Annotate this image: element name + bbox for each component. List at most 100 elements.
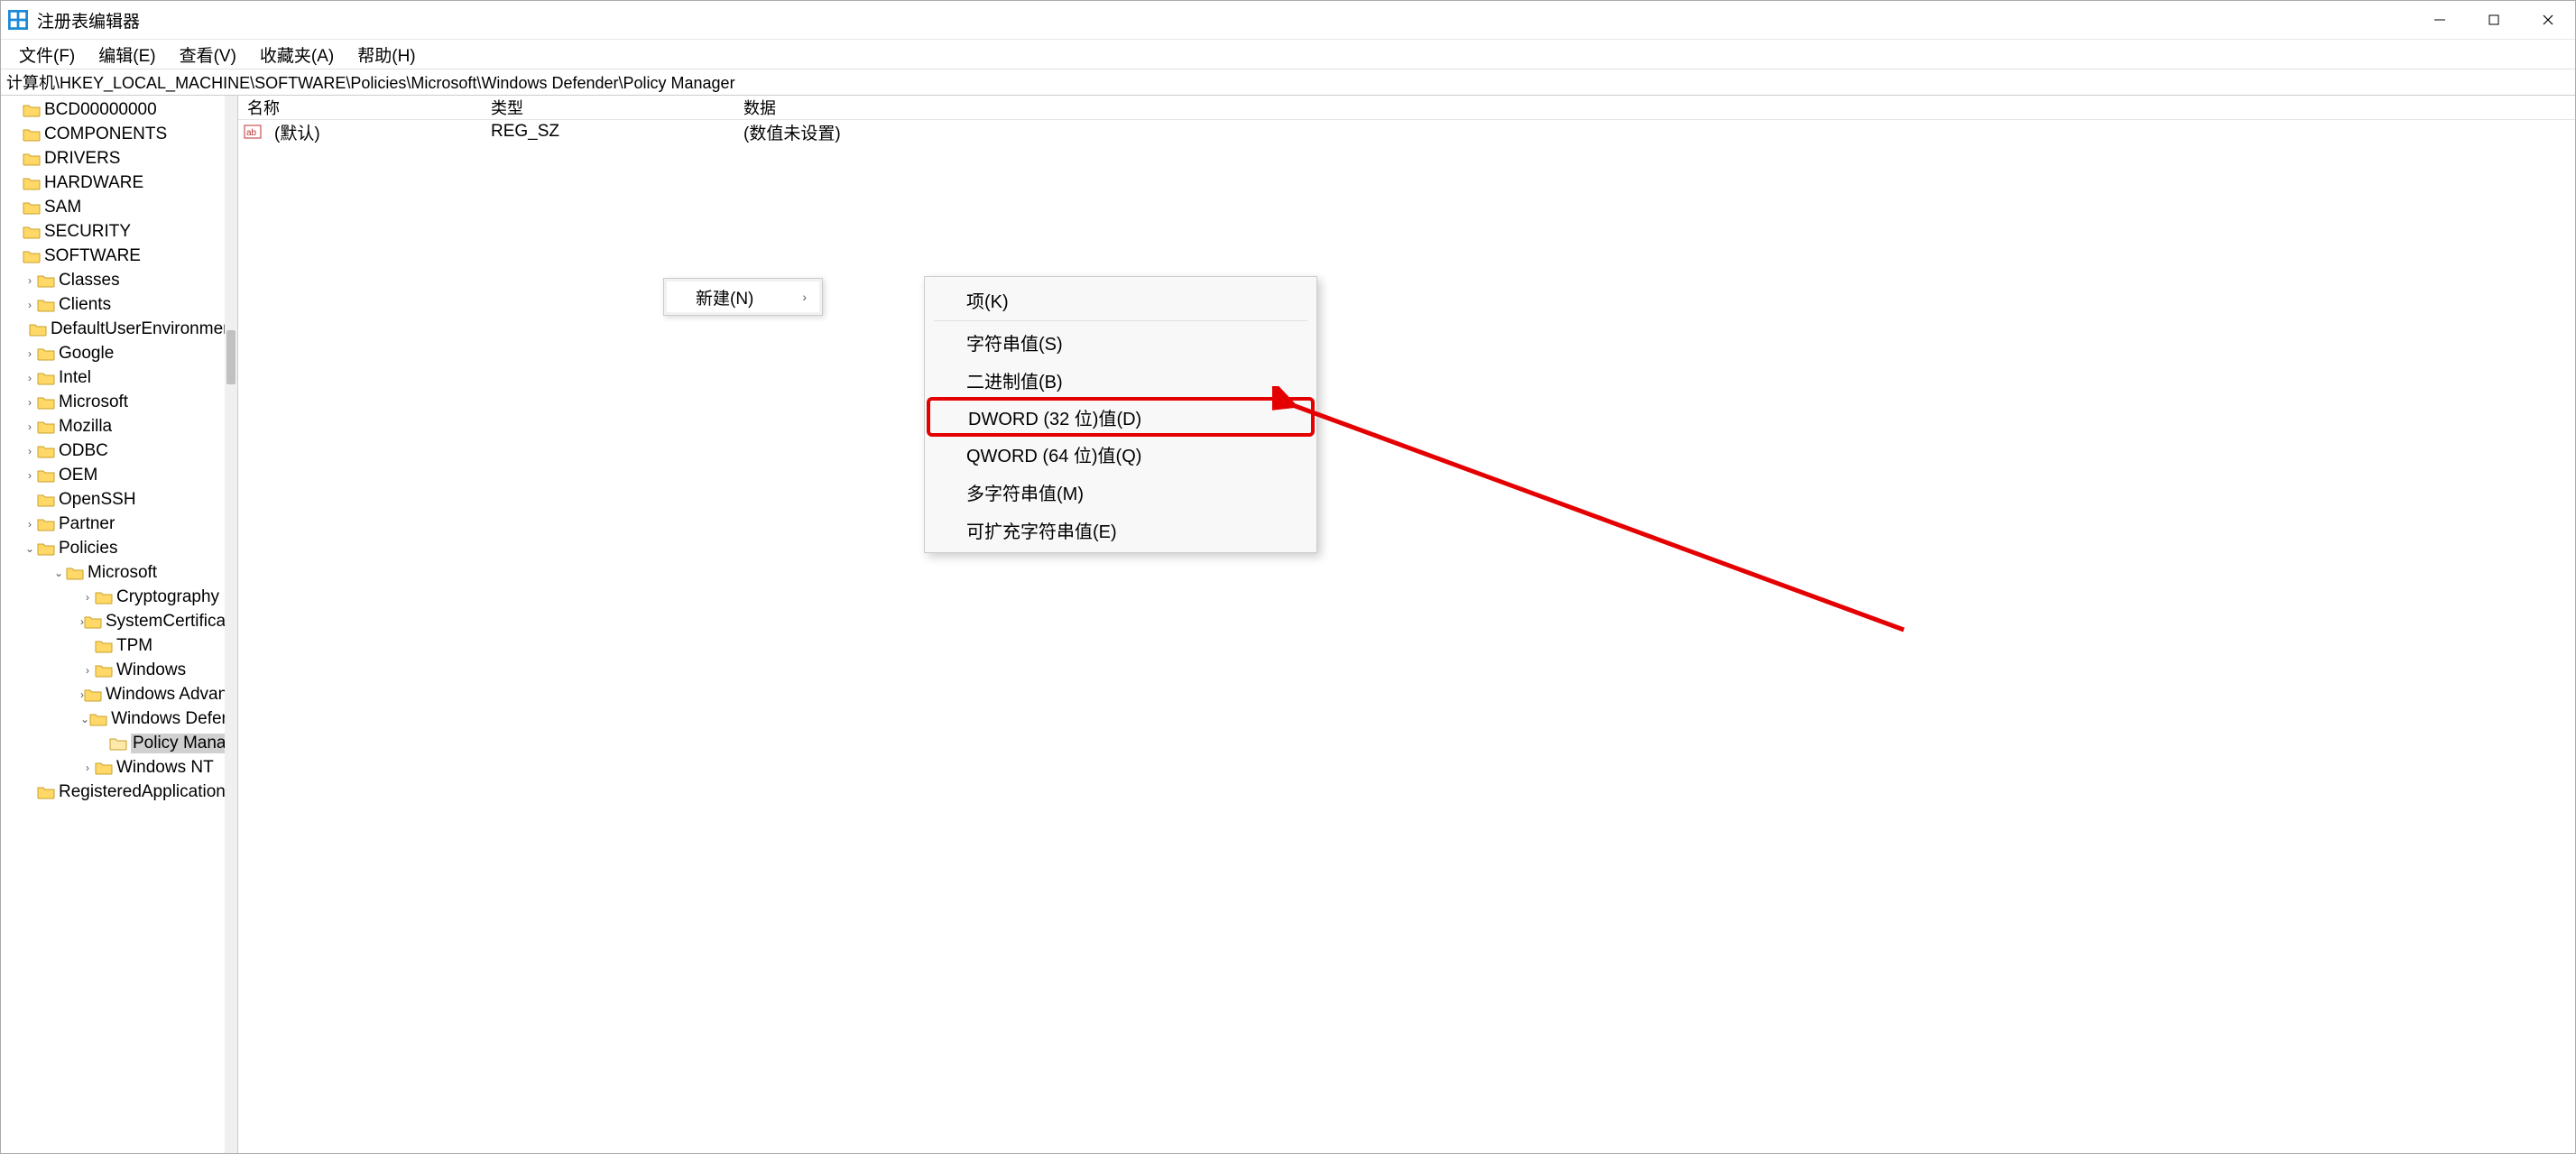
tree-item-software[interactable]: SOFTWARE xyxy=(1,244,237,268)
chevron-right-icon[interactable]: › xyxy=(23,444,37,458)
addressbar[interactable]: 计算机\HKEY_LOCAL_MACHINE\SOFTWARE\Policies… xyxy=(1,69,2575,96)
minimize-button[interactable] xyxy=(2413,1,2467,39)
tree-pane[interactable]: BCD00000000 COMPONENTS DRIVERS HARDWARE … xyxy=(1,96,238,1153)
tree-item-winnt[interactable]: › Windows NT xyxy=(1,755,237,780)
folder-icon xyxy=(37,371,55,385)
chevron-right-icon[interactable]: › xyxy=(23,517,37,531)
folder-icon xyxy=(23,176,41,190)
context-item-expand[interactable]: 可扩充字符串值(E) xyxy=(928,511,1313,549)
tree-label: Policies xyxy=(59,539,117,559)
tree-item-drivers[interactable]: DRIVERS xyxy=(1,146,237,171)
tree-item-classes[interactable]: › Classes xyxy=(1,268,237,292)
chevron-right-icon[interactable]: › xyxy=(80,590,95,605)
chevron-right-icon[interactable]: › xyxy=(23,346,37,361)
tree-item-clients[interactable]: ›Clients xyxy=(1,292,237,317)
context-item-string[interactable]: 字符串值(S) xyxy=(928,323,1313,361)
context-item-dword[interactable]: DWORD (32 位)值(D) xyxy=(927,397,1315,437)
tree-label: OEM xyxy=(59,466,97,485)
tree-item-crypto[interactable]: › Cryptography xyxy=(1,585,237,609)
folder-icon xyxy=(84,614,102,629)
tree-label: SOFTWARE xyxy=(44,246,141,266)
folder-icon xyxy=(37,493,55,507)
tree-item-sam[interactable]: SAM xyxy=(1,195,237,219)
tree-item-security[interactable]: SECURITY xyxy=(1,219,237,244)
tree-item-google[interactable]: › Google xyxy=(1,341,237,365)
tree-label: Windows NT xyxy=(116,758,214,778)
folder-icon xyxy=(37,395,55,410)
tree-label: HARDWARE xyxy=(44,173,143,193)
tree-item-policies[interactable]: ⌄ Policies xyxy=(1,536,237,560)
chevron-right-icon[interactable]: › xyxy=(23,420,37,434)
menu-view[interactable]: 查看(V) xyxy=(169,41,247,69)
context-item-label: 新建(N) xyxy=(696,285,753,309)
tree-item-windef[interactable]: ⌄Windows Defender xyxy=(1,706,237,731)
folder-icon xyxy=(37,298,55,312)
chevron-right-icon[interactable]: › xyxy=(23,395,37,410)
reg-string-icon: ab xyxy=(244,123,262,141)
chevron-right-icon[interactable]: › xyxy=(23,371,37,385)
chevron-right-icon[interactable]: › xyxy=(23,468,37,483)
tree-label: Intel xyxy=(59,368,91,388)
registry-editor-window: 注册表编辑器 文件(F) 编辑(E) 查看(V) 收藏夹(A) 帮助(H) 计算… xyxy=(0,0,2576,1154)
tree-item-mozilla[interactable]: ›Mozilla xyxy=(1,414,237,439)
tree-label: Classes xyxy=(59,271,120,291)
menu-help[interactable]: 帮助(H) xyxy=(346,41,426,69)
tree-item-intel[interactable]: › Intel xyxy=(1,365,237,390)
folder-icon xyxy=(23,225,41,239)
folder-icon xyxy=(37,346,55,361)
chevron-right-icon[interactable]: › xyxy=(23,298,37,312)
tree-item-policymgr[interactable]: Policy Manager xyxy=(1,731,237,755)
tree-item-bcd[interactable]: BCD00000000 xyxy=(1,97,237,122)
list-row-default-value[interactable]: ab (默认) REG_SZ (数值未设置) xyxy=(238,120,2575,143)
chevron-down-icon[interactable]: ⌄ xyxy=(23,541,37,556)
chevron-right-icon[interactable]: › xyxy=(80,663,95,678)
tree-item-odbc[interactable]: › ODBC xyxy=(1,439,237,463)
chevron-right-icon[interactable]: › xyxy=(80,761,95,775)
list-header: 名称 类型 数据 xyxy=(238,96,2575,120)
scroll-thumb[interactable] xyxy=(226,330,235,384)
tree-item-tpm[interactable]: TPM xyxy=(1,633,237,658)
chevron-right-icon: › xyxy=(802,290,807,304)
folder-icon xyxy=(23,127,41,142)
col-header-name[interactable]: 名称 xyxy=(238,96,491,119)
tree-item-microsoft[interactable]: ›Microsoft xyxy=(1,390,237,414)
col-header-data[interactable]: 数据 xyxy=(743,96,2575,119)
context-item-multi[interactable]: 多字符串值(M) xyxy=(928,473,1313,511)
tree-label: DRIVERS xyxy=(44,149,120,169)
maximize-button[interactable] xyxy=(2467,1,2521,39)
tree-vertical-scrollbar[interactable] xyxy=(225,96,237,1153)
chevron-right-icon[interactable]: › xyxy=(23,273,37,288)
cell-type: REG_SZ xyxy=(491,122,743,142)
tree-item-due[interactable]: DefaultUserEnvironment xyxy=(1,317,237,341)
folder-icon xyxy=(66,566,84,580)
context-item-qword[interactable]: QWORD (64 位)值(Q) xyxy=(928,435,1313,473)
tree-label: Google xyxy=(59,344,114,364)
values-list-pane[interactable]: 名称 类型 数据 ab (默认) REG_SZ (数值未设置) xyxy=(238,96,2575,1153)
menu-fav[interactable]: 收藏夹(A) xyxy=(249,41,345,69)
chevron-down-icon[interactable]: ⌄ xyxy=(51,566,66,580)
tree-item-winadvth[interactable]: ›Windows Advanced Th xyxy=(1,682,237,706)
menu-edit[interactable]: 编辑(E) xyxy=(88,41,166,69)
tree-item-openssh[interactable]: OpenSSH xyxy=(1,487,237,512)
tree-item-regapps[interactable]: RegisteredApplications xyxy=(1,780,237,804)
tree-label: Windows Advanced Th xyxy=(106,685,238,705)
folder-icon xyxy=(95,639,113,653)
tree-label: SAM xyxy=(44,198,81,217)
tree-item-windows[interactable]: ›Windows xyxy=(1,658,237,682)
close-button[interactable] xyxy=(2521,1,2575,39)
context-item-key[interactable]: 项(K) xyxy=(928,281,1313,319)
chevron-down-icon[interactable]: ⌄ xyxy=(80,712,89,726)
context-item-binary[interactable]: 二进制值(B) xyxy=(928,361,1313,399)
folder-icon xyxy=(37,785,55,799)
context-item-new[interactable]: 新建(N) › xyxy=(667,282,819,312)
tree-item-components[interactable]: COMPONENTS xyxy=(1,122,237,146)
tree-item-syscerts[interactable]: ›SystemCertificates xyxy=(1,609,237,633)
tree-item-partner[interactable]: ›Partner xyxy=(1,512,237,536)
tree-label: ODBC xyxy=(59,441,108,461)
col-header-type[interactable]: 类型 xyxy=(491,96,743,119)
tree-item-oem[interactable]: › OEM xyxy=(1,463,237,487)
menu-file[interactable]: 文件(F) xyxy=(8,41,86,69)
tree-item-hardware[interactable]: HARDWARE xyxy=(1,171,237,195)
tree-label: Cryptography xyxy=(116,587,219,607)
tree-item-policies-microsoft[interactable]: ⌄Microsoft xyxy=(1,560,237,585)
